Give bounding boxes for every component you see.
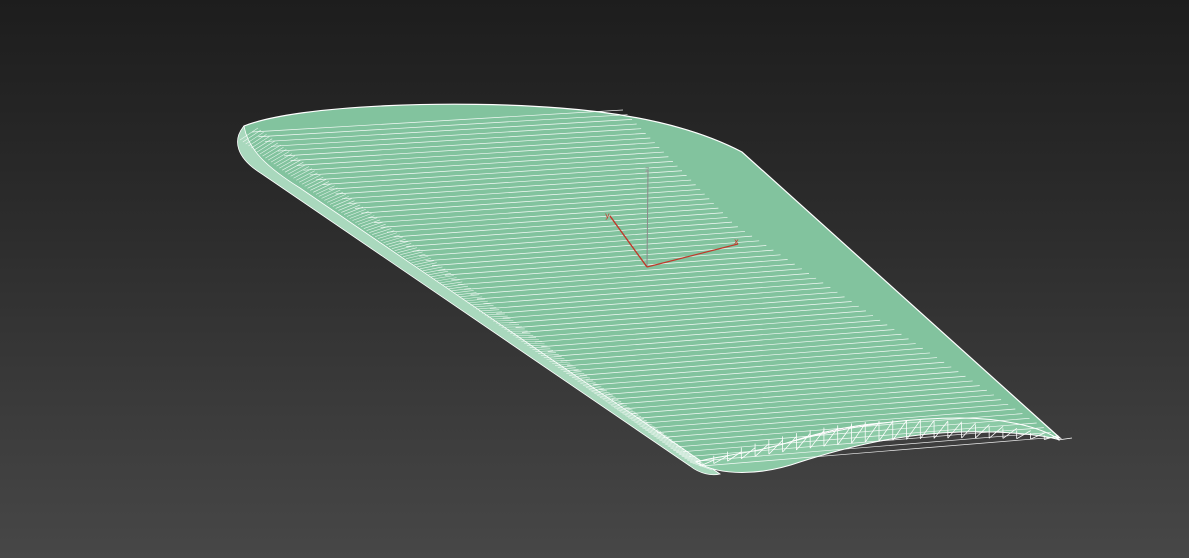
- y-axis-label: y: [605, 211, 610, 220]
- 3d-viewport[interactable]: x y z: [0, 0, 1189, 558]
- wing-top-surface[interactable]: [240, 103, 1063, 470]
- wing-mesh[interactable]: [237, 103, 1073, 476]
- x-axis-label: x: [734, 237, 739, 246]
- viewport-scene[interactable]: x y z: [0, 0, 1189, 558]
- z-axis-label: z: [645, 165, 649, 174]
